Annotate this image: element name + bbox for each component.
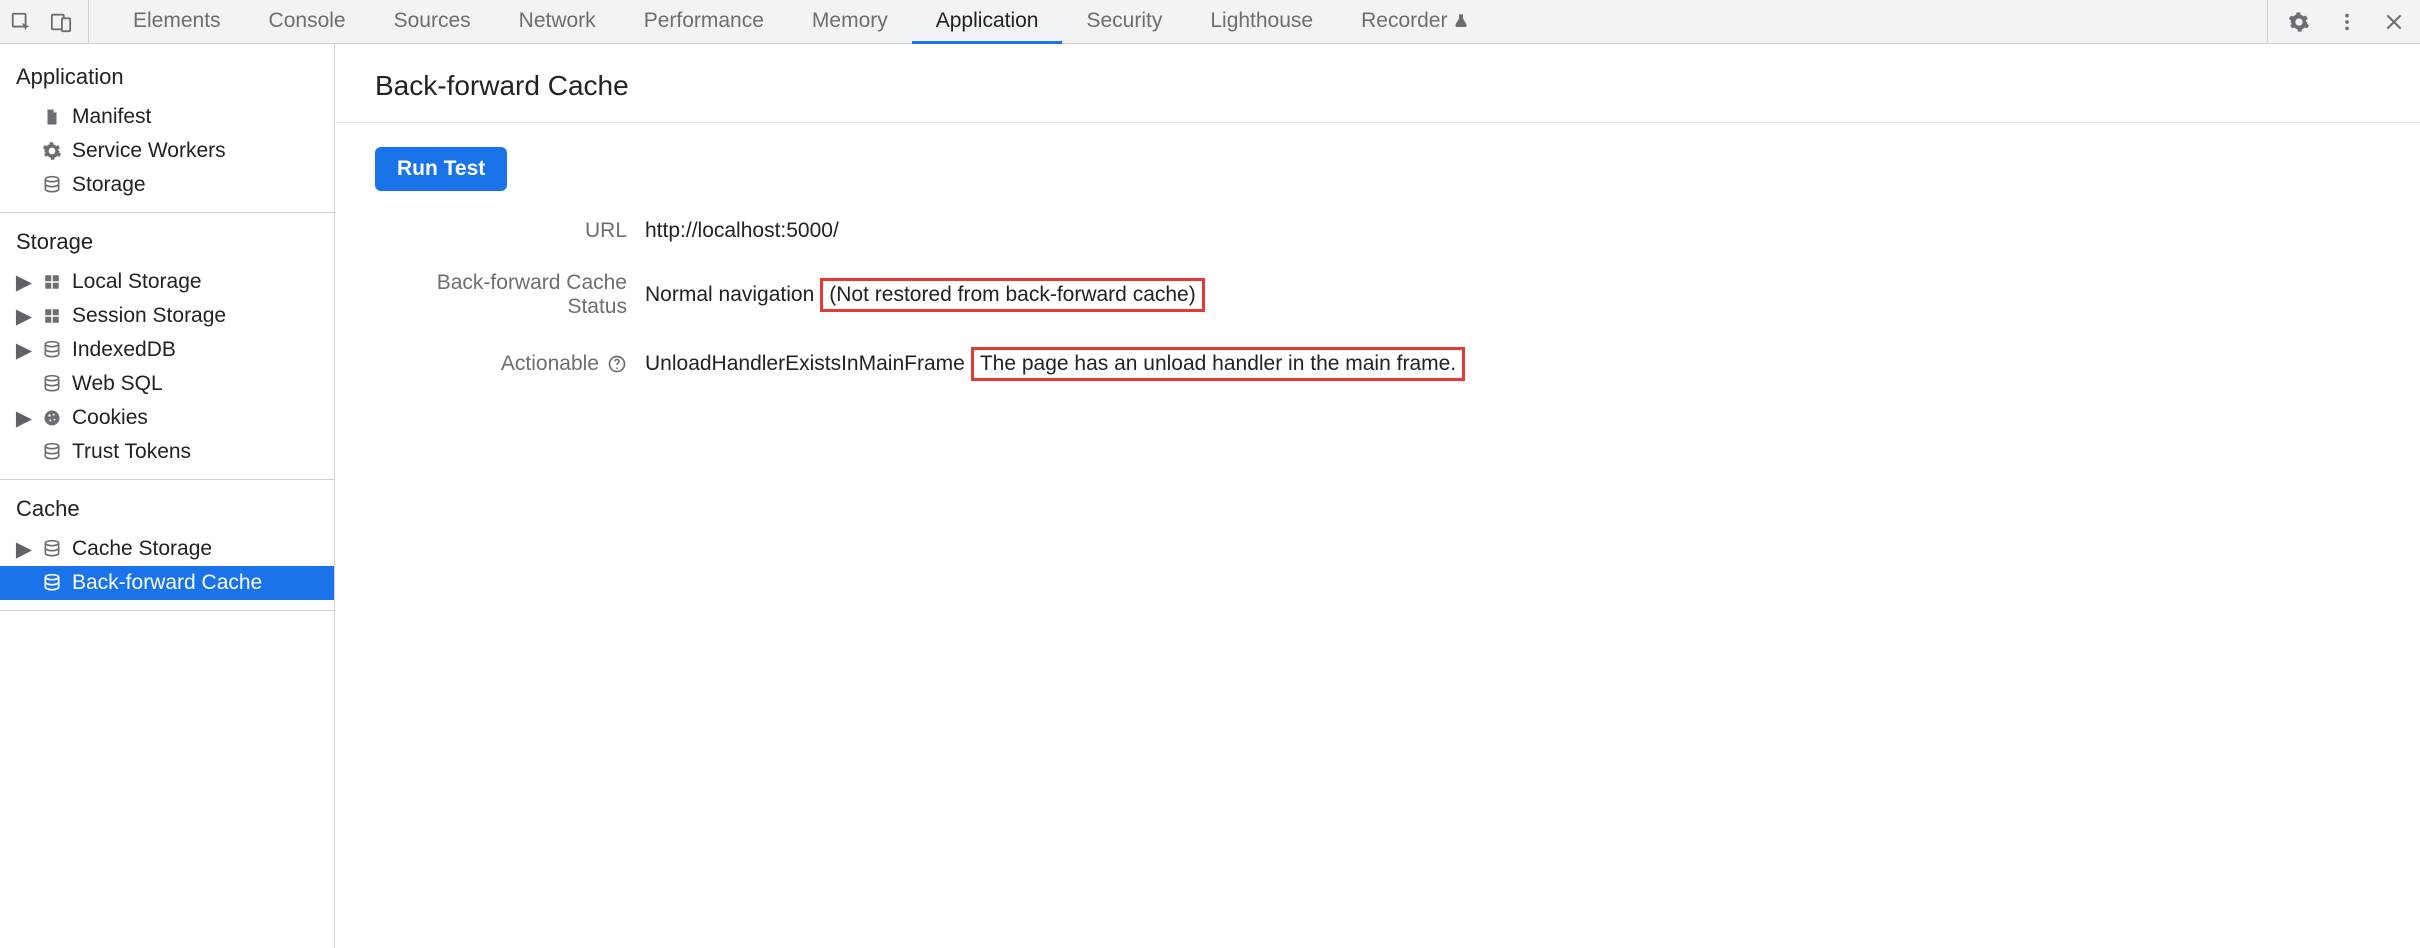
page-title: Back-forward Cache [335,44,2420,123]
content-area: Run Test URL http://localhost:5000/ Back… [335,123,2420,433]
sidebar-divider [0,610,334,611]
devtools-tabstrip: Elements Console Sources Network Perform… [0,0,2420,44]
tab-recorder-label: Recorder [1361,9,1447,33]
database-icon [40,442,64,462]
sidebar-divider [0,479,334,480]
sidebar-item-service-workers[interactable]: Service Workers [0,134,334,168]
kebab-icon[interactable] [2336,11,2358,33]
row-url: URL http://localhost:5000/ [375,219,2380,243]
sidebar-section-storage: Storage [0,223,334,265]
database-icon [40,573,64,593]
sidebar-item-label: Storage [72,173,146,197]
status-note-highlight: (Not restored from back-forward cache) [820,278,1204,312]
sidebar-item-label: Manifest [72,105,151,129]
sidebar-item-cookies[interactable]: ▶ Cookies [0,401,334,435]
grid-icon [40,273,64,291]
close-icon[interactable] [2384,12,2404,32]
cookie-icon [40,408,64,428]
sidebar: Application Manifest Service Workers Sto… [0,44,335,948]
sidebar-item-label: IndexedDB [72,338,176,362]
tab-performance[interactable]: Performance [620,0,788,44]
sidebar-item-label: Session Storage [72,304,226,328]
tab-recorder[interactable]: Recorder [1337,0,1493,44]
status-value: Normal navigation [645,283,814,307]
sidebar-item-indexeddb[interactable]: ▶ IndexedDB [0,333,334,367]
sidebar-divider [0,212,334,213]
grid-icon [40,307,64,325]
inspect-icon[interactable] [10,11,32,33]
gear-icon[interactable] [2288,11,2310,33]
sidebar-item-cache-storage[interactable]: ▶ Cache Storage [0,532,334,566]
sidebar-item-label: Cookies [72,406,148,430]
url-value: http://localhost:5000/ [645,219,839,243]
run-test-button[interactable]: Run Test [375,147,507,191]
beaker-icon [1453,13,1469,29]
tab-lighthouse[interactable]: Lighthouse [1186,0,1337,44]
sidebar-item-session-storage[interactable]: ▶ Session Storage [0,299,334,333]
tabstrip-right-icons [2267,0,2404,43]
row-actionable: Actionable UnloadHandlerExistsInMainFram… [375,347,2380,381]
body-split: Application Manifest Service Workers Sto… [0,44,2420,948]
row-bfcache-status: Back-forward Cache Status Normal navigat… [375,271,2380,319]
sidebar-section-application: Application [0,58,334,100]
sidebar-item-local-storage[interactable]: ▶ Local Storage [0,265,334,299]
actionable-desc-highlight: The page has an unload handler in the ma… [971,347,1465,381]
status-label: Back-forward Cache Status [375,271,645,319]
sidebar-item-label: Cache Storage [72,537,212,561]
main-content: Back-forward Cache Run Test URL http://l… [335,44,2420,948]
sidebar-item-trust-tokens[interactable]: Trust Tokens [0,435,334,469]
caret-right-icon: ▶ [16,406,32,431]
database-icon [40,374,64,394]
caret-right-icon: ▶ [16,537,32,562]
caret-right-icon: ▶ [16,338,32,363]
caret-right-icon: ▶ [16,304,32,329]
sidebar-item-web-sql[interactable]: Web SQL [0,367,334,401]
sidebar-item-storage[interactable]: Storage [0,168,334,202]
tab-sources[interactable]: Sources [370,0,495,44]
tab-console[interactable]: Console [245,0,370,44]
sidebar-item-label: Web SQL [72,372,163,396]
tab-elements[interactable]: Elements [109,0,245,44]
document-icon [40,107,64,127]
tabstrip-left-icons [10,0,89,43]
sidebar-item-label: Service Workers [72,139,226,163]
url-label: URL [375,219,645,243]
database-icon [40,175,64,195]
database-icon [40,539,64,559]
gear-icon [40,141,64,161]
database-icon [40,340,64,360]
tab-application[interactable]: Application [912,0,1063,44]
caret-right-icon: ▶ [16,270,32,295]
tab-security[interactable]: Security [1062,0,1186,44]
sidebar-item-label: Back-forward Cache [72,571,262,595]
sidebar-item-label: Local Storage [72,270,202,294]
help-icon[interactable] [607,354,627,374]
sidebar-item-label: Trust Tokens [72,440,191,464]
tab-memory[interactable]: Memory [788,0,912,44]
sidebar-section-cache: Cache [0,490,334,532]
sidebar-item-bfcache[interactable]: Back-forward Cache [0,566,334,600]
sidebar-item-manifest[interactable]: Manifest [0,100,334,134]
device-toggle-icon[interactable] [50,11,72,33]
actionable-code: UnloadHandlerExistsInMainFrame [645,352,965,376]
actionable-label: Actionable [501,352,599,376]
tab-network[interactable]: Network [495,0,620,44]
